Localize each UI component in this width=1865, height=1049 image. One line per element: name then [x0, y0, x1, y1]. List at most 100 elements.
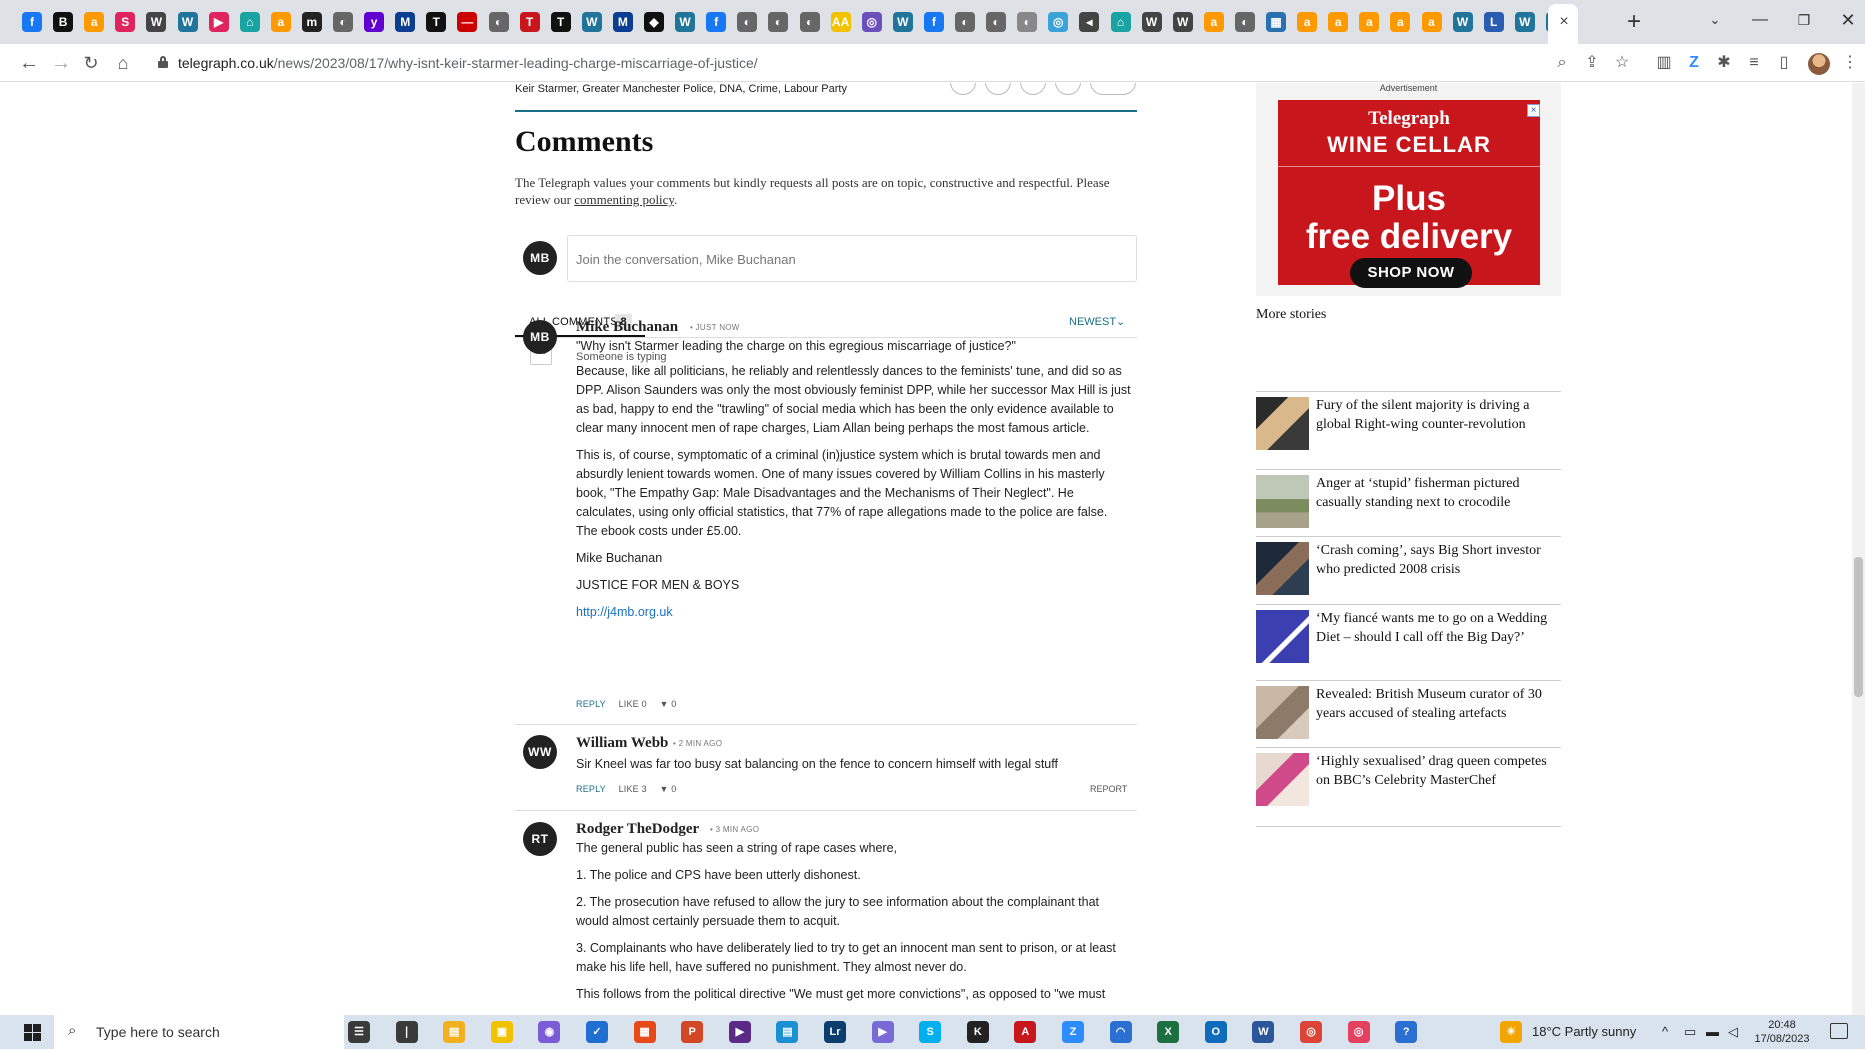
taskbar-app-icon[interactable]: ✓ [586, 1021, 608, 1043]
tray-network-icon[interactable]: ▭ [1684, 1024, 1696, 1040]
tab-favicon-icon[interactable]: f [706, 12, 727, 32]
taskbar-app-icon[interactable]: ◎ [1347, 1021, 1370, 1043]
story-title[interactable]: Fury of the silent majority is driving a… [1316, 397, 1561, 434]
story-title[interactable]: ‘Crash coming’, says Big Short investor … [1316, 542, 1561, 579]
tab-favicon-icon[interactable]: T [519, 12, 540, 32]
taskbar-app-icon[interactable]: A [1014, 1021, 1037, 1043]
tab-favicon-icon[interactable]: ◐ [1017, 12, 1038, 32]
tab-favicon-icon[interactable]: f [22, 12, 42, 32]
tab-favicon-icon[interactable]: ◐ [986, 12, 1007, 32]
restore-button[interactable]: ❐ [1784, 6, 1824, 34]
story-title[interactable]: Anger at ‘stupid’ fisherman pictured cas… [1316, 475, 1561, 512]
tab-favicon-icon[interactable]: ▶ [208, 12, 229, 32]
tab-favicon-icon[interactable]: a [1421, 12, 1442, 32]
zoom-extension-icon[interactable]: Z [1684, 53, 1704, 73]
scrollbar-thumb[interactable] [1854, 557, 1863, 697]
tab-favicon-icon[interactable]: ◐ [333, 12, 353, 32]
join-conversation-input[interactable] [576, 249, 1126, 269]
story-thumbnail[interactable] [1256, 475, 1309, 528]
tab-favicon-icon[interactable]: M [395, 12, 416, 32]
tab-favicon-icon[interactable]: T [550, 12, 571, 32]
url-text[interactable]: telegraph.co.uk/news/2023/08/17/why-isnt… [178, 55, 758, 71]
comment-author[interactable]: William Webb [576, 735, 668, 752]
tab-favicon-icon[interactable]: a [1390, 12, 1411, 32]
article-tags[interactable]: Keir Starmer, Greater Manchester Police,… [515, 83, 847, 95]
bookmark-star-icon[interactable]: ☆ [1612, 53, 1632, 73]
tab-favicon-icon[interactable]: S [115, 12, 136, 32]
tab-favicon-icon[interactable]: W [1514, 12, 1535, 32]
side-panel-icon[interactable]: ▯ [1774, 53, 1794, 73]
reply-button[interactable]: REPLY [576, 784, 606, 794]
commenting-policy-link[interactable]: commenting policy [574, 192, 674, 207]
taskbar-app-icon[interactable]: ◉ [538, 1021, 561, 1043]
sort-dropdown[interactable]: NEWEST [1069, 316, 1116, 328]
page-scrollbar[interactable] [1852, 83, 1865, 1015]
taskbar-app-icon[interactable]: ❘ [395, 1021, 418, 1043]
tab-favicon-icon[interactable]: W [177, 12, 198, 32]
tab-favicon-icon[interactable]: ◎ [861, 12, 882, 32]
story-title[interactable]: Revealed: British Museum curator of 30 y… [1316, 686, 1561, 723]
taskbar-app-icon[interactable]: ▤ [776, 1021, 799, 1043]
tab-favicon-icon[interactable]: ⌂ [239, 12, 260, 32]
shop-now-button[interactable]: SHOP NOW [1350, 258, 1472, 288]
dislike-icon[interactable]: ▼ [659, 699, 668, 709]
story-thumbnail[interactable] [1256, 753, 1309, 806]
tab-favicon-icon[interactable]: a [84, 12, 105, 32]
taskbar-app-icon[interactable]: W [1252, 1021, 1275, 1043]
tab-favicon-icon[interactable]: y [364, 12, 385, 32]
tab-favicon-icon[interactable]: f [923, 12, 944, 32]
notification-icon[interactable] [1830, 1023, 1848, 1039]
tab-favicon-icon[interactable]: W [581, 12, 602, 32]
taskbar-app-icon[interactable]: ? [1395, 1021, 1418, 1043]
share-facebook-icon[interactable] [950, 83, 976, 95]
reading-list-icon[interactable]: ≡ [1744, 53, 1764, 73]
close-tab-icon[interactable]: × [1554, 10, 1574, 34]
tab-favicon-icon[interactable]: ◐ [955, 12, 975, 32]
tab-favicon-icon[interactable]: — [457, 12, 478, 32]
browser-menu-icon[interactable]: ⋮ [1840, 53, 1860, 73]
profile-avatar[interactable] [1808, 53, 1830, 75]
back-icon[interactable]: ← [14, 48, 44, 78]
comment-composer[interactable] [567, 235, 1137, 282]
taskbar-app-icon[interactable]: ▤ [443, 1021, 466, 1043]
tab-favicon-icon[interactable]: ◐ [488, 12, 509, 32]
dislike-icon[interactable]: ▼ [659, 784, 668, 794]
taskbar-app-icon[interactable]: ◎ [1300, 1021, 1322, 1043]
tab-favicon-icon[interactable]: ◐ [768, 12, 789, 32]
tab-favicon-icon[interactable]: a [1328, 12, 1349, 32]
tab-favicon-icon[interactable]: ⌂ [1110, 12, 1131, 32]
ad-close-icon[interactable]: × [1527, 104, 1540, 117]
share-twitter-icon[interactable] [985, 83, 1011, 95]
new-tab-button[interactable]: + [1620, 8, 1648, 36]
extensions-puzzle-icon[interactable]: ✱ [1714, 53, 1734, 73]
taskbar-app-icon[interactable]: ▶ [871, 1021, 894, 1043]
comment-author[interactable]: Mike Buchanan [576, 319, 678, 336]
comment-author[interactable]: Rodger TheDodger [576, 821, 699, 838]
tab-favicon-icon[interactable]: m [301, 12, 322, 32]
tab-favicon-icon[interactable]: ◂ [1079, 12, 1100, 32]
taskbar-app-icon[interactable]: Z [1062, 1021, 1084, 1043]
taskbar-app-icon[interactable]: Lr [824, 1021, 846, 1043]
story-thumbnail[interactable] [1256, 542, 1309, 595]
windows-start-icon[interactable] [24, 1024, 41, 1041]
story-title[interactable]: ‘My fiancé wants me to go on a Wedding D… [1316, 610, 1561, 647]
tab-favicon-icon[interactable]: ◆ [644, 12, 664, 32]
tab-favicon-icon[interactable]: ▦ [1266, 12, 1286, 32]
taskbar-clock[interactable]: 20:48 17/08/2023 [1752, 1018, 1812, 1046]
reload-icon[interactable]: ↻ [76, 48, 106, 78]
story-thumbnail[interactable] [1256, 397, 1309, 450]
comment-link[interactable]: http://j4mb.org.uk [576, 605, 673, 619]
wine-cellar-ad[interactable]: Telegraph WINE CELLAR Plus free delivery… [1278, 100, 1540, 288]
taskbar-app-icon[interactable]: O [1204, 1021, 1227, 1043]
extension-icon[interactable]: ▥ [1654, 53, 1674, 73]
home-icon[interactable]: ⌂ [108, 48, 138, 78]
tab-favicon-icon[interactable]: L [1483, 12, 1504, 32]
tab-favicon-icon[interactable]: W [675, 12, 696, 32]
story-thumbnail[interactable] [1256, 686, 1309, 739]
tab-favicon-icon[interactable]: AA [830, 12, 851, 32]
story-thumbnail[interactable] [1256, 610, 1309, 663]
forward-icon[interactable]: → [46, 48, 76, 78]
like-button[interactable]: LIKE 0 [619, 699, 647, 709]
comment-avatar[interactable]: WW [523, 735, 557, 769]
tab-favicon-icon[interactable]: ◐ [1234, 12, 1255, 32]
